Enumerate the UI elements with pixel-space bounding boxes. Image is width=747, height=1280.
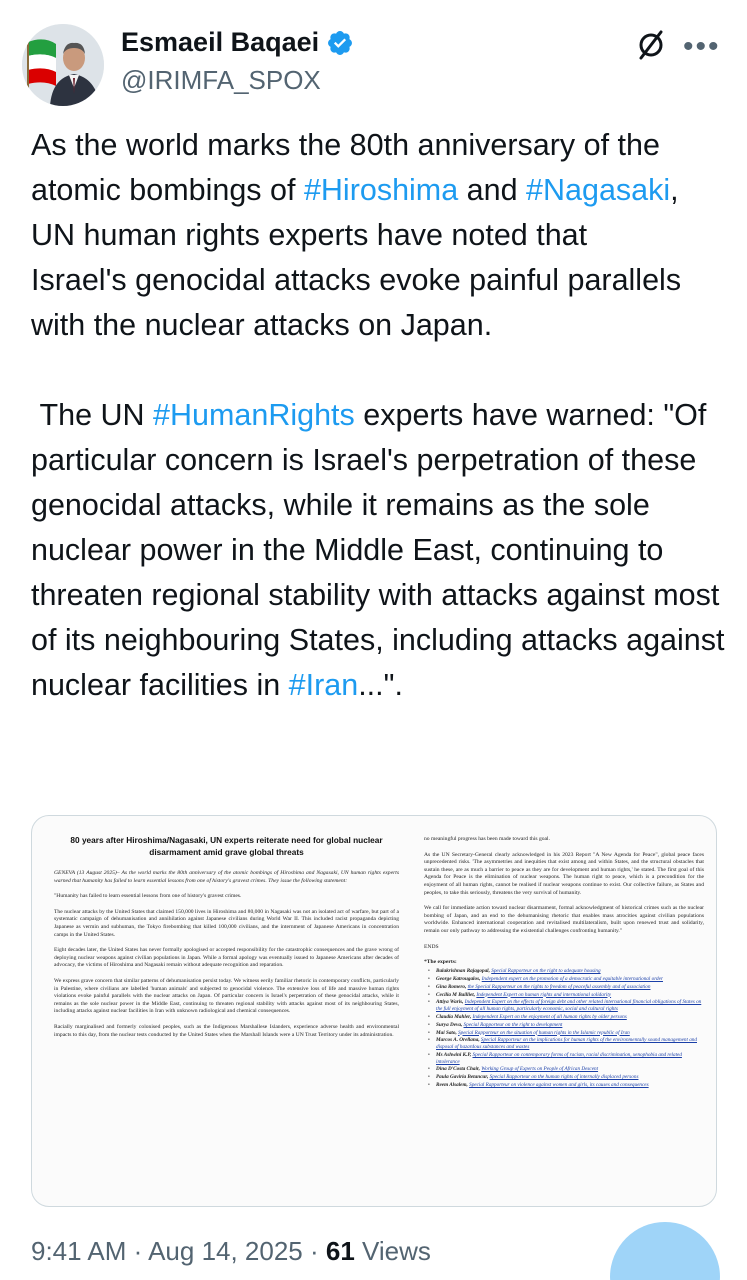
expert-list-item: Marcos A. Orellana, Special Rapporteur o… [428,1037,704,1051]
expert-role: Special Rapporteur on the human rights o… [489,1074,639,1081]
tweet-time[interactable]: 9:41 AM [31,1236,126,1266]
tweet-header: Esmaeil Baqaei @IRIMFA_SPOX ••• [0,0,747,120]
hashtag-link[interactable]: #HumanRights [153,398,355,432]
expert-name: Reem Alsalem, [436,1082,470,1089]
expert-list-item: Mai Sato, Special Rapporteur on the situ… [428,1029,704,1037]
tweet-text-run: and [458,173,527,207]
tweet-paragraph-1: As the world marks the 80th anniversary … [31,123,731,348]
expert-name: Mai Sato, [436,1029,459,1036]
hashtag-link[interactable]: #Nagasaki [526,173,670,207]
hashtag-link[interactable]: #Hiroshima [304,173,458,207]
expert-role: Special Rapporteur on the right to devel… [463,1021,563,1028]
tweet-meta: 9:41 AM · Aug 14, 2025 · 61 Views [31,1236,431,1267]
document-paragraph: ENDS [424,943,439,950]
expert-name: Dina D'Costa Chair, [436,1066,482,1073]
tweet-date[interactable]: Aug 14, 2025 [148,1236,303,1266]
views-label: Views [354,1236,431,1266]
paragraph-spacer [31,348,731,393]
tweet-text-run: ...". [358,668,403,702]
expert-name: George Katrougalos, [436,975,482,982]
document-paragraph: Racially marginalised and formerly colon… [54,1023,399,1038]
expert-list-item: Claudia Mahler, Independent Expert on th… [428,1013,704,1021]
expert-list-item: Surya Deva, Special Rapporteur on the ri… [428,1021,704,1029]
expert-list-item: Dina D'Costa Chair, Working Group of Exp… [428,1066,704,1073]
expert-list-item: Attiya Waris, Independent Expert on the … [428,999,704,1013]
document-paragraph: As the UN Secretary-General clearly ackn… [424,851,704,896]
expert-list-item: Balakrishnan Rajagopal, Special Rapporte… [428,968,704,975]
tweet-paragraph-2: The UN #HumanRights experts have warned:… [31,393,731,708]
grok-icon[interactable] [634,28,668,62]
avatar[interactable] [22,24,104,106]
author-name[interactable]: Esmaeil Baqaei [121,27,319,58]
attached-document-image[interactable]: 80 years after Hiroshima/Nagasaki, UN ex… [31,815,717,1207]
views-count: 61 [325,1236,355,1266]
expert-role: Working Group of Experts on People of Af… [481,1066,599,1073]
expert-role: Special Rapporteur on violence against w… [469,1082,649,1089]
expert-list-item: Gina Romero, the Special Rapporteur on t… [428,983,704,991]
floating-compose-button[interactable] [610,1222,720,1280]
expert-name: Cecilia M Bailliet, [436,991,477,998]
expert-role: Independent Expert on the enjoyment of a… [472,1013,627,1020]
expert-role: Special Rapporteur on the situation of h… [458,1029,630,1036]
expert-name: Surya Deva, [436,1021,464,1028]
document-paragraph: GENEVA (13 August 2025)– As the world ma… [54,870,399,884]
expert-name: Attiya Waris, [436,999,465,1006]
author-handle[interactable]: @IRIMFA_SPOX [121,65,321,96]
expert-name: Gina Romero, [436,983,468,990]
expert-name: Balakrishnan Rajagopal, [436,968,492,975]
expert-role: Independent Expert on the effects of for… [436,999,702,1013]
tweet-text-run: experts have warned: "Of particular conc… [31,398,733,702]
expert-name: Paula Gaviria Betancur, [436,1074,490,1081]
expert-role: Special Rapporteur on contemporary forms… [436,1051,682,1065]
expert-name: Claudia Mahler, [436,1013,473,1020]
expert-role: the Special Rapporteur on the rights to … [467,983,651,990]
hashtag-link[interactable]: #Iran [289,668,359,702]
avatar-image [22,24,104,106]
expert-list-item: Ms Ashwini K.P, Special Rapporteur on co… [428,1051,704,1066]
separator: · [126,1236,149,1266]
experts-title: *The experts: [424,959,457,966]
document-left-column: 80 years after Hiroshima/Nagasaki, UN ex… [54,834,399,1047]
tweet-text-run: The UN [31,398,154,432]
expert-name: Ms Ashwini K.P, [436,1051,473,1058]
document-paragraph: We express grave concern that similar pa… [54,977,399,1015]
expert-list-item: Reem Alsalem, Special Rapporteur on viol… [428,1082,704,1089]
verified-badge-icon [328,31,352,55]
expert-role: Independent Expert on human rights and i… [476,991,612,998]
expert-name: Marcos A. Orellana, [436,1037,481,1044]
separator: · [302,1236,326,1266]
document-title: 80 years after Hiroshima/Nagasaki, UN ex… [70,835,383,857]
document-right-column: no meaningful progress has been made tow… [424,836,704,1090]
tweet-text: As the world marks the 80th anniversary … [31,123,731,708]
expert-list-item: George Katrougalos, Independent expert o… [428,975,704,983]
document-paragraph: Eight decades later, the United States h… [54,947,399,969]
document-paragraph: no meaningful progress has been made tow… [424,836,550,842]
expert-role: Independent expert on the promotion of a… [481,975,663,982]
expert-list-item: Cecilia M Bailliet, Independent Expert o… [428,991,704,999]
expert-role: Special Rapporteur on the right to adequ… [491,968,601,975]
document-paragraph: "Humanity has failed to learn essential … [54,893,242,900]
expert-list-item: Paula Gaviria Betancur, Special Rapporte… [428,1074,704,1081]
document-paragraph: We call for immediate action toward nucl… [424,905,704,934]
document-paragraph: The nuclear attacks by the United States… [54,908,399,938]
more-icon[interactable]: ••• [683,30,721,64]
